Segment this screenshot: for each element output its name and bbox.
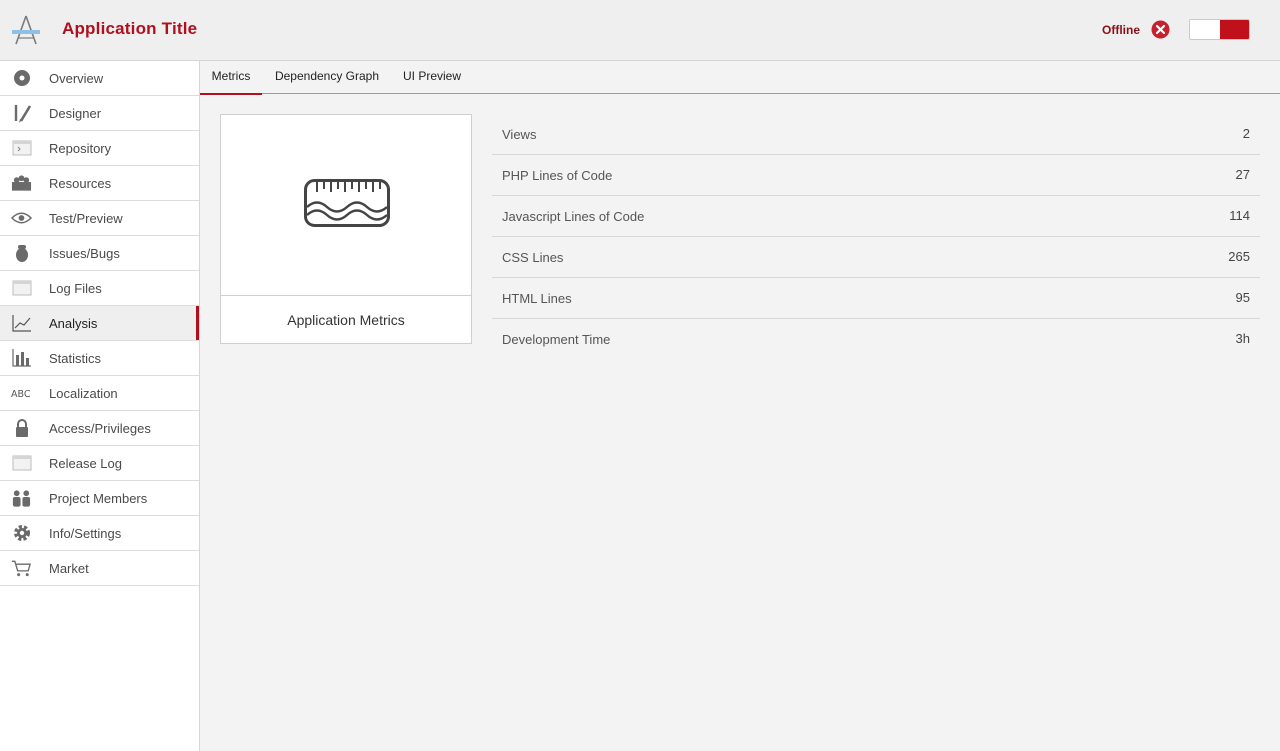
tab-ui-preview[interactable]: UI Preview bbox=[396, 61, 468, 94]
terminal-icon bbox=[11, 139, 32, 157]
metric-row-development-time: Development Time 3h bbox=[492, 319, 1260, 360]
metric-value: 3h bbox=[1235, 331, 1250, 346]
sidebar-item-log-files[interactable]: Log Files bbox=[0, 271, 199, 306]
metric-value: 27 bbox=[1235, 167, 1250, 182]
metric-value: 114 bbox=[1229, 208, 1250, 223]
people-icon bbox=[11, 489, 32, 507]
metric-value: 95 bbox=[1235, 290, 1250, 305]
sidebar-item-label: Market bbox=[49, 561, 89, 576]
window-icon bbox=[11, 279, 32, 297]
sidebar-item-label: Release Log bbox=[49, 456, 122, 471]
eye-icon bbox=[11, 209, 32, 227]
sidebar-item-label: Repository bbox=[49, 141, 112, 156]
sidebar-item-label: Analysis bbox=[49, 316, 98, 331]
metric-label: HTML Lines bbox=[502, 291, 572, 306]
close-circle-icon[interactable] bbox=[1151, 20, 1170, 39]
disc-icon bbox=[11, 69, 32, 87]
sidebar-item-designer[interactable]: Designer bbox=[0, 96, 199, 131]
sidebar-item-label: Log Files bbox=[49, 281, 102, 296]
sidebar-item-resources[interactable]: Resources bbox=[0, 166, 199, 201]
sidebar-item-release-log[interactable]: Release Log bbox=[0, 446, 199, 481]
bar-chart-icon bbox=[11, 349, 32, 367]
sidebar-item-label: Access/Privileges bbox=[49, 421, 151, 436]
card-caption: Application Metrics bbox=[287, 312, 405, 328]
connection-status-label: Offline bbox=[1102, 23, 1140, 37]
sidebar-item-label: Info/Settings bbox=[49, 526, 122, 541]
sidebar-item-label: Issues/Bugs bbox=[49, 246, 120, 261]
cart-icon bbox=[11, 559, 32, 577]
metric-label: Views bbox=[502, 127, 537, 142]
tab-metrics[interactable]: Metrics bbox=[200, 61, 262, 95]
app-title: Application Title bbox=[62, 19, 198, 38]
sidebar-item-label: Test/Preview bbox=[49, 211, 123, 226]
metric-row-css-lines: CSS Lines 265 bbox=[492, 237, 1260, 278]
sidebar-item-project-members[interactable]: Project Members bbox=[0, 481, 199, 516]
sidebar-item-market[interactable]: Market bbox=[0, 551, 199, 586]
metric-row-javascript-lines: Javascript Lines of Code 114 bbox=[492, 196, 1260, 237]
metric-label: CSS Lines bbox=[502, 250, 564, 265]
tab-dependency-graph[interactable]: Dependency Graph bbox=[266, 61, 388, 94]
metrics-list: Views 2 PHP Lines of Code 27 Javascript … bbox=[492, 114, 1260, 360]
metric-label: PHP Lines of Code bbox=[502, 168, 613, 183]
application-metrics-card[interactable]: Application Metrics bbox=[220, 114, 472, 344]
sidebar-item-issues-bugs[interactable]: Issues/Bugs bbox=[0, 236, 199, 271]
sidebar-item-label: Resources bbox=[49, 176, 112, 191]
app-header: Application Title Offline bbox=[0, 0, 1280, 61]
sidebar: Overview Designer Repository Resources T… bbox=[0, 61, 200, 751]
metric-value: 2 bbox=[1242, 126, 1250, 141]
window-icon bbox=[11, 454, 32, 472]
ruler-wave-icon bbox=[304, 179, 390, 227]
metric-row-views: Views 2 bbox=[492, 114, 1260, 155]
sidebar-item-localization[interactable]: ABC Localization bbox=[0, 376, 199, 411]
sidebar-item-label: Localization bbox=[49, 386, 118, 401]
metric-row-php-lines: PHP Lines of Code 27 bbox=[492, 155, 1260, 196]
sidebar-item-info-settings[interactable]: Info/Settings bbox=[0, 516, 199, 551]
line-chart-icon bbox=[11, 314, 32, 332]
sidebar-item-statistics[interactable]: Statistics bbox=[0, 341, 199, 376]
abc-icon: ABC bbox=[11, 384, 32, 402]
gear-icon bbox=[11, 524, 32, 542]
sidebar-item-label: Statistics bbox=[49, 351, 102, 366]
svg-text:ABC: ABC bbox=[11, 389, 31, 400]
sidebar-item-overview[interactable]: Overview bbox=[0, 61, 199, 96]
sidebar-item-label: Overview bbox=[49, 71, 104, 86]
bug-icon bbox=[11, 244, 32, 262]
toggle-knob bbox=[1220, 20, 1249, 39]
online-toggle[interactable] bbox=[1189, 19, 1250, 40]
tab-bar: Metrics Dependency Graph UI Preview bbox=[200, 61, 1280, 95]
metric-label: Development Time bbox=[502, 332, 611, 347]
sidebar-item-repository[interactable]: Repository bbox=[0, 131, 199, 166]
lock-icon bbox=[11, 419, 32, 437]
metric-label: Javascript Lines of Code bbox=[502, 209, 645, 224]
app-logo-icon bbox=[10, 14, 42, 46]
metric-value: 265 bbox=[1228, 249, 1250, 264]
sidebar-item-analysis[interactable]: Analysis bbox=[0, 306, 199, 341]
sidebar-item-access-privileges[interactable]: Access/Privileges bbox=[0, 411, 199, 446]
sidebar-item-label: Project Members bbox=[49, 491, 148, 506]
basket-icon bbox=[11, 174, 32, 192]
sidebar-item-label: Designer bbox=[49, 106, 102, 121]
card-image bbox=[221, 115, 471, 296]
sidebar-item-test-preview[interactable]: Test/Preview bbox=[0, 201, 199, 236]
metric-row-html-lines: HTML Lines 95 bbox=[492, 278, 1260, 319]
pencil-icon bbox=[11, 104, 32, 123]
